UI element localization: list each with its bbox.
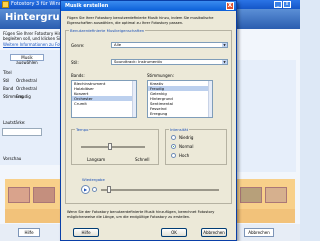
dialog-title: Musik erstellen xyxy=(65,3,109,9)
volume-field[interactable] xyxy=(2,128,42,136)
band-value: Orchestral xyxy=(16,86,37,91)
dialog-intro: Fügen Sie Ihrer Fotostory benutzerdefini… xyxy=(67,16,214,25)
tempo-slider[interactable] xyxy=(81,146,145,148)
bands-list[interactable]: Blechinstrument Holzbläser Konzert Orcheste… xyxy=(71,80,137,118)
group-label: Benutzerdefinierte Musikeigenschaften xyxy=(69,28,146,33)
minimize-icon[interactable]: _ xyxy=(274,1,282,8)
volume-label: Lautstärke: xyxy=(3,120,26,125)
band-label: Band xyxy=(3,86,14,91)
mood-list-item[interactable]: Erregung xyxy=(148,111,212,116)
style-select[interactable]: Soundtrack: Instrumentiv ▼ xyxy=(111,59,228,65)
mood-value: Freudig xyxy=(16,94,31,99)
intensity-option-label: Niedrig xyxy=(179,135,194,140)
moods-list[interactable]: Kreativ Freudig Gelenkig Hintergrund Sentime… xyxy=(147,80,213,118)
thumbnail-2[interactable] xyxy=(33,187,55,203)
thumbnail-3[interactable] xyxy=(240,187,262,203)
style-value-dialog: Soundtrack: Instrumentiv xyxy=(114,59,163,64)
genre-select[interactable]: Alle ▼ xyxy=(111,42,228,48)
thumbnail-1[interactable] xyxy=(8,187,30,203)
genre-value: Alle xyxy=(114,42,122,47)
close-icon-main[interactable]: x xyxy=(283,1,291,8)
cancel-button-main[interactable]: Abbrechen xyxy=(244,228,274,237)
close-icon[interactable]: X xyxy=(226,2,234,10)
playback-slider-thumb[interactable] xyxy=(106,186,111,193)
style-value: Orchestral xyxy=(16,78,37,83)
bands-label: Bands: xyxy=(71,73,85,78)
thumbnail-4[interactable] xyxy=(265,187,287,203)
moods-scrollbar[interactable] xyxy=(208,81,212,117)
help-button-main[interactable]: Hilfe xyxy=(18,228,40,237)
genre-label: Genre: xyxy=(71,43,85,48)
help-button[interactable]: Hilfe xyxy=(73,228,99,237)
style-label-dialog: Stil: xyxy=(71,60,79,65)
intensity-option-label: Hoch xyxy=(179,153,190,158)
preview-label: Vorschau xyxy=(3,156,22,161)
intensity-option-label: Normal xyxy=(179,144,194,149)
music-panel xyxy=(0,50,62,165)
app-icon xyxy=(2,1,9,8)
stop-icon[interactable] xyxy=(92,187,97,192)
intensity-radio-hoch[interactable] xyxy=(171,153,176,158)
chevron-down-icon[interactable]: ▼ xyxy=(222,60,227,64)
tempo-slow-label: Langsam xyxy=(87,157,106,162)
create-music-dialog: Musik erstellen X Fügen Sie Ihrer Fotost… xyxy=(60,0,237,241)
band-list-item[interactable]: Crumit xyxy=(72,101,136,106)
tempo-fast-label: Schnell xyxy=(135,157,150,162)
playback-label: Wiedergabe xyxy=(81,177,106,182)
dialog-titlebar[interactable]: Musik erstellen X xyxy=(61,1,236,11)
dialog-footer-text: Wenn Sie der Fotostory benutzerdefiniert… xyxy=(67,210,215,219)
title-label: Titel xyxy=(3,70,12,75)
chevron-down-icon[interactable]: ▼ xyxy=(222,43,227,47)
play-icon[interactable]: ▶ xyxy=(81,185,90,194)
right-panel xyxy=(236,60,296,172)
tempo-slider-thumb[interactable] xyxy=(108,143,112,150)
intensity-radio-niedrig[interactable] xyxy=(171,135,176,140)
intensity-radio-normal[interactable] xyxy=(171,144,176,149)
cancel-button[interactable]: Abbrechen xyxy=(201,228,227,237)
bands-scrollbar[interactable] xyxy=(132,81,136,117)
ok-button[interactable]: OK xyxy=(161,228,187,237)
style-label: Stil xyxy=(3,78,10,83)
moods-label: Stimmungen: xyxy=(147,73,174,78)
tempo-label: Tempo xyxy=(75,127,90,132)
intensity-label: Intensität xyxy=(169,127,190,132)
playback-slider[interactable] xyxy=(101,189,219,191)
select-music-button[interactable]: Musik auswählen xyxy=(10,54,44,65)
